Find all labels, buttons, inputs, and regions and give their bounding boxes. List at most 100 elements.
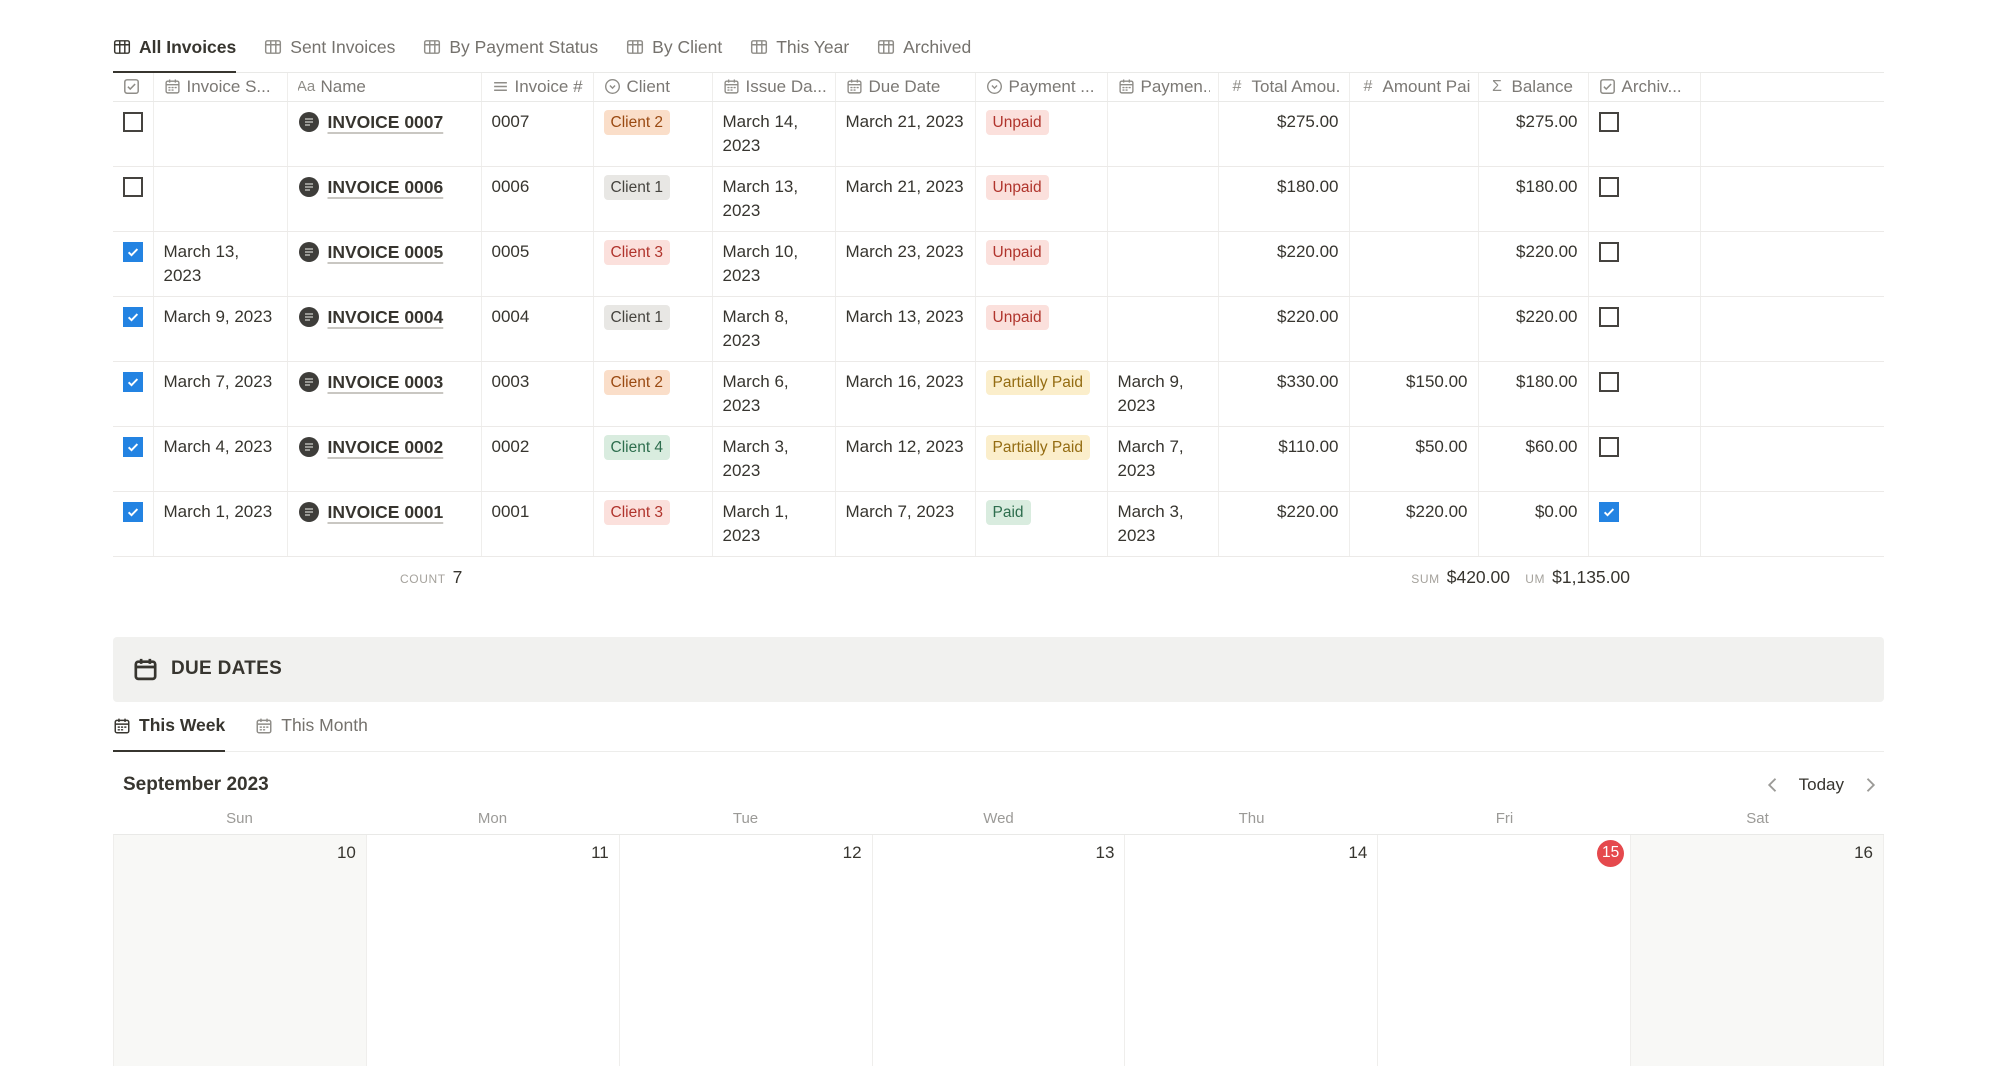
- balance-sum-calc[interactable]: UM $1,135.00: [1525, 567, 1630, 588]
- payment-status-tag[interactable]: Unpaid: [986, 110, 1049, 135]
- cell-total-amount[interactable]: $110.00: [1218, 426, 1349, 491]
- client-tag[interactable]: Client 2: [604, 110, 671, 135]
- row-select-checkbox[interactable]: [123, 372, 143, 392]
- cell-payment-date[interactable]: [1107, 101, 1218, 166]
- cell-archived[interactable]: [1588, 231, 1700, 296]
- cell-select[interactable]: [113, 231, 153, 296]
- column-header-client[interactable]: Client: [593, 73, 712, 101]
- view-tab-archived[interactable]: Archived: [877, 23, 971, 73]
- payment-status-tag[interactable]: Unpaid: [986, 175, 1049, 200]
- cell-select[interactable]: [113, 101, 153, 166]
- calendar-day-cell[interactable]: 13: [873, 835, 1126, 1066]
- view-tab-by-client[interactable]: By Client: [626, 23, 722, 73]
- cell-issue-date[interactable]: March 14, 2023: [712, 101, 835, 166]
- cell-invoice-number[interactable]: 0005: [481, 231, 593, 296]
- invoice-page-link[interactable]: INVOICE 0005: [328, 240, 444, 264]
- invoice-page-link[interactable]: INVOICE 0004: [328, 305, 444, 329]
- payment-status-tag[interactable]: Unpaid: [986, 240, 1049, 265]
- cell-payment-status[interactable]: Partially Paid: [975, 426, 1107, 491]
- cell-total-amount[interactable]: $220.00: [1218, 491, 1349, 556]
- cell-balance[interactable]: $60.00: [1478, 426, 1588, 491]
- payment-status-tag[interactable]: Partially Paid: [986, 435, 1090, 460]
- client-tag[interactable]: Client 1: [604, 175, 671, 200]
- cell-client[interactable]: Client 4: [593, 426, 712, 491]
- cell-issue-date[interactable]: March 8, 2023: [712, 296, 835, 361]
- calendar-today-button[interactable]: Today: [1799, 775, 1844, 795]
- cell-client[interactable]: Client 1: [593, 296, 712, 361]
- cell-client[interactable]: Client 3: [593, 491, 712, 556]
- cell-total-amount[interactable]: $220.00: [1218, 296, 1349, 361]
- row-select-checkbox[interactable]: [123, 502, 143, 522]
- cell-issue-date[interactable]: March 3, 2023: [712, 426, 835, 491]
- cell-amount-paid[interactable]: $220.00: [1349, 491, 1478, 556]
- view-tab-all-invoices[interactable]: All Invoices: [113, 23, 236, 73]
- cell-select[interactable]: [113, 166, 153, 231]
- column-header-balance[interactable]: ΣBalance: [1478, 73, 1588, 101]
- cell-balance[interactable]: $180.00: [1478, 361, 1588, 426]
- cell-total-amount[interactable]: $275.00: [1218, 101, 1349, 166]
- cell-amount-paid[interactable]: $150.00: [1349, 361, 1478, 426]
- cell-client[interactable]: Client 2: [593, 101, 712, 166]
- cell-invoice-number[interactable]: 0007: [481, 101, 593, 166]
- cell-due-date[interactable]: March 21, 2023: [835, 101, 975, 166]
- cell-total-amount[interactable]: $180.00: [1218, 166, 1349, 231]
- invoice-page-link[interactable]: INVOICE 0001: [328, 500, 444, 524]
- cell-archived[interactable]: [1588, 491, 1700, 556]
- column-header-invoice_number[interactable]: Invoice #: [481, 73, 593, 101]
- column-header-due_date[interactable]: Due Date: [835, 73, 975, 101]
- cell-due-date[interactable]: March 16, 2023: [835, 361, 975, 426]
- row-select-checkbox[interactable]: [123, 177, 143, 197]
- cell-client[interactable]: Client 2: [593, 361, 712, 426]
- amount-paid-sum-calc[interactable]: SUM $420.00: [1411, 567, 1510, 588]
- cell-payment-date[interactable]: March 7, 2023: [1107, 426, 1218, 491]
- column-header-invoice_sent[interactable]: Invoice S...: [153, 73, 287, 101]
- invoice-page-link[interactable]: INVOICE 0007: [328, 110, 444, 134]
- invoice-page-link[interactable]: INVOICE 0006: [328, 175, 444, 199]
- invoice-page-link[interactable]: INVOICE 0002: [328, 435, 444, 459]
- cell-payment-status[interactable]: Unpaid: [975, 101, 1107, 166]
- cell-amount-paid[interactable]: [1349, 101, 1478, 166]
- cell-issue-date[interactable]: March 13, 2023: [712, 166, 835, 231]
- cell-name[interactable]: INVOICE 0005: [287, 231, 481, 296]
- calendar-next-icon[interactable]: [1860, 775, 1880, 795]
- column-header-payment_status[interactable]: Payment ...: [975, 73, 1107, 101]
- cell-balance[interactable]: $275.00: [1478, 101, 1588, 166]
- row-select-checkbox[interactable]: [123, 307, 143, 327]
- payment-status-tag[interactable]: Paid: [986, 500, 1031, 525]
- cell-payment-status[interactable]: Unpaid: [975, 231, 1107, 296]
- cell-balance[interactable]: $220.00: [1478, 231, 1588, 296]
- cell-invoice-number[interactable]: 0006: [481, 166, 593, 231]
- calendar-prev-icon[interactable]: [1763, 775, 1783, 795]
- cell-invoice-number[interactable]: 0002: [481, 426, 593, 491]
- archived-checkbox[interactable]: [1599, 112, 1619, 132]
- calendar-day-cell[interactable]: 14: [1125, 835, 1378, 1066]
- column-header-amount_paid[interactable]: #Amount Paid: [1349, 73, 1478, 101]
- cell-payment-status[interactable]: Unpaid: [975, 296, 1107, 361]
- cell-due-date[interactable]: March 13, 2023: [835, 296, 975, 361]
- cell-balance[interactable]: $0.00: [1478, 491, 1588, 556]
- client-tag[interactable]: Client 2: [604, 370, 671, 395]
- cell-invoice-sent[interactable]: March 9, 2023: [153, 296, 287, 361]
- calendar-day-cell[interactable]: 16: [1631, 835, 1884, 1066]
- cell-payment-status[interactable]: Paid: [975, 491, 1107, 556]
- column-header-total_amount[interactable]: #Total Amou...: [1218, 73, 1349, 101]
- invoice-page-link[interactable]: INVOICE 0003: [328, 370, 444, 394]
- cell-payment-date[interactable]: [1107, 296, 1218, 361]
- cell-issue-date[interactable]: March 1, 2023: [712, 491, 835, 556]
- column-header-payment_date[interactable]: Paymen...: [1107, 73, 1218, 101]
- cell-invoice-sent[interactable]: March 13, 2023: [153, 231, 287, 296]
- cell-due-date[interactable]: March 23, 2023: [835, 231, 975, 296]
- calendar-tab-this-week[interactable]: This Week: [113, 702, 225, 752]
- view-tab-sent-invoices[interactable]: Sent Invoices: [264, 23, 395, 73]
- cell-amount-paid[interactable]: $50.00: [1349, 426, 1478, 491]
- cell-invoice-number[interactable]: 0001: [481, 491, 593, 556]
- cell-payment-date[interactable]: [1107, 166, 1218, 231]
- archived-checkbox[interactable]: [1599, 307, 1619, 327]
- cell-invoice-sent[interactable]: [153, 101, 287, 166]
- cell-invoice-number[interactable]: 0004: [481, 296, 593, 361]
- client-tag[interactable]: Client 3: [604, 500, 671, 525]
- cell-amount-paid[interactable]: [1349, 231, 1478, 296]
- row-select-checkbox[interactable]: [123, 242, 143, 262]
- cell-name[interactable]: INVOICE 0006: [287, 166, 481, 231]
- cell-amount-paid[interactable]: [1349, 296, 1478, 361]
